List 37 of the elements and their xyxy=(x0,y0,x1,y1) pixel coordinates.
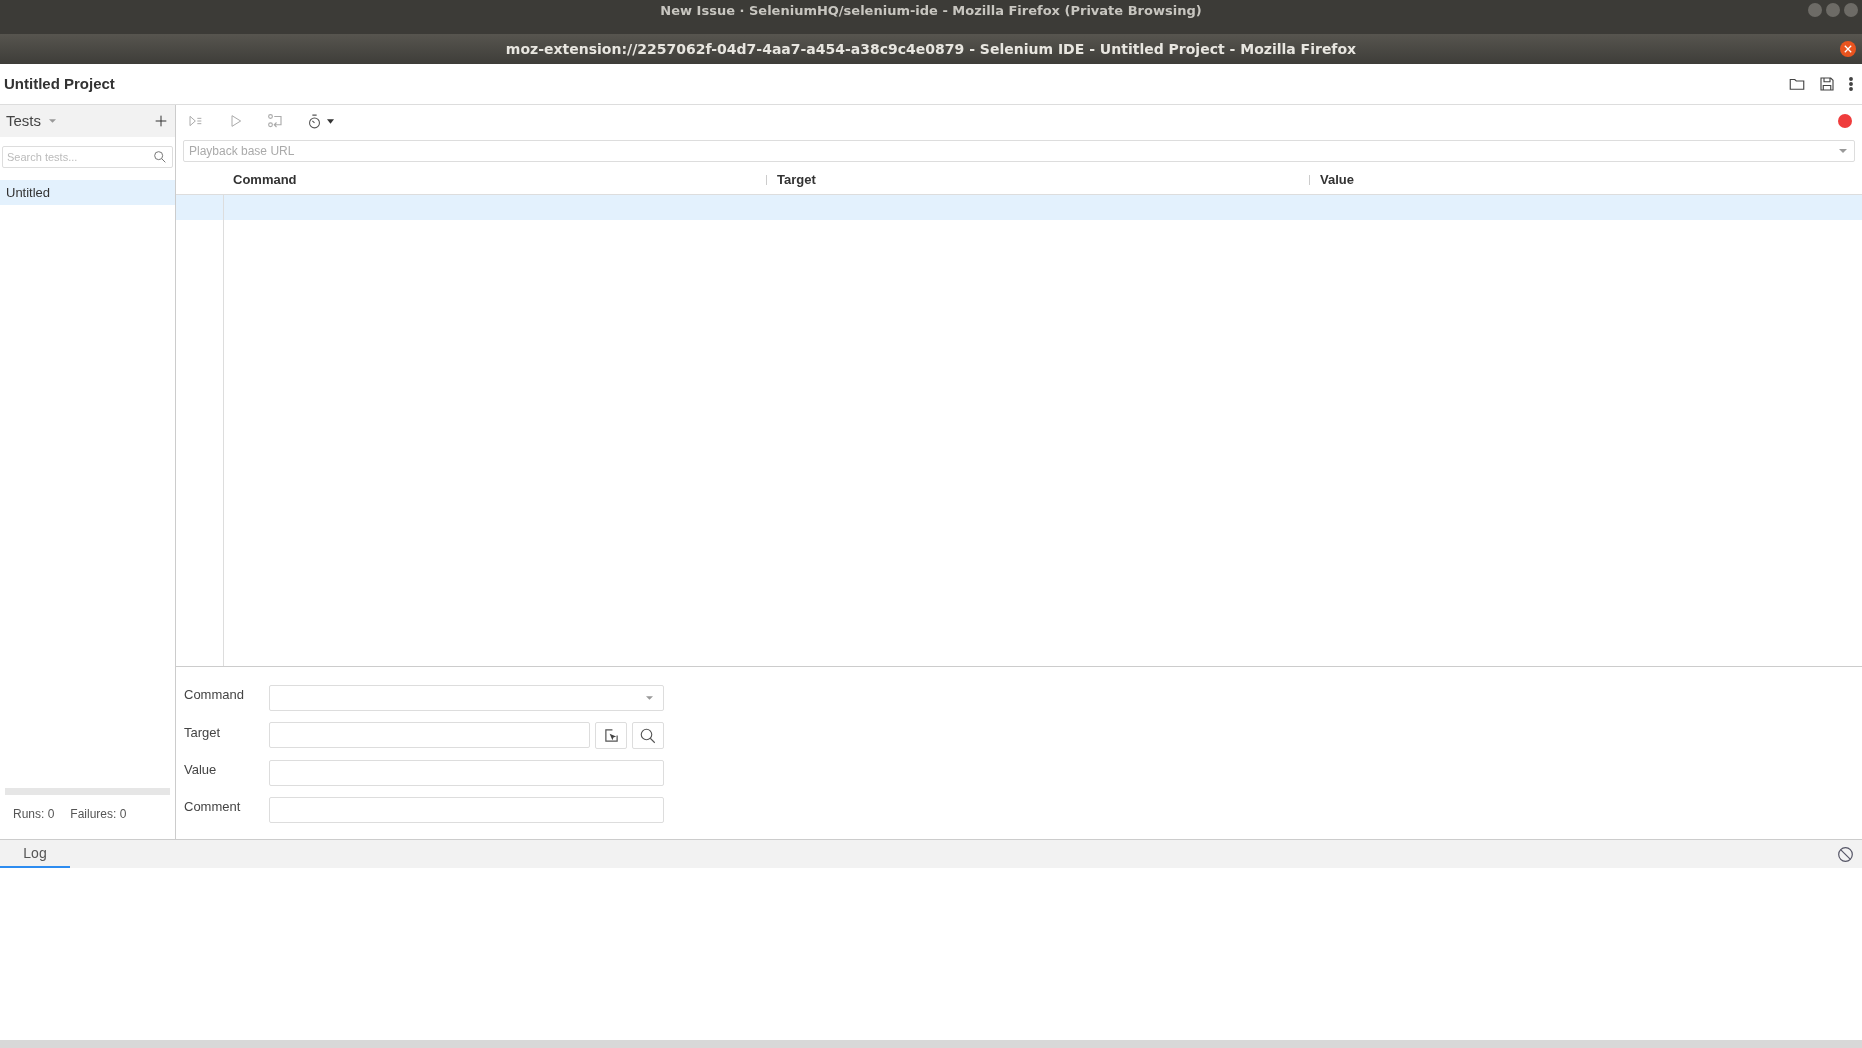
runs-count: Runs: 0 xyxy=(13,806,55,823)
window-title: New Issue · SeleniumHQ/selenium-ide - Mozilla Firefox (Private Browsing) xyxy=(660,2,1202,21)
test-item[interactable]: Untitled xyxy=(0,180,175,205)
text-field[interactable] xyxy=(269,797,664,823)
select-target-button[interactable] xyxy=(595,722,627,749)
search-icon[interactable] xyxy=(152,149,168,165)
step-icon[interactable] xyxy=(266,112,284,130)
timer-icon[interactable] xyxy=(306,112,323,130)
column-header: Value xyxy=(1320,170,1354,189)
window-control-icon[interactable] xyxy=(1808,3,1822,17)
field-label: Value xyxy=(184,761,218,780)
column-header: Command xyxy=(233,170,297,189)
find-target-button[interactable] xyxy=(632,722,664,749)
cursor-icon xyxy=(603,728,619,743)
window-control-icon[interactable] xyxy=(1844,3,1858,17)
clear-icon[interactable] xyxy=(1837,845,1854,863)
close-icon[interactable] xyxy=(1840,41,1856,57)
failures-count: Failures: 0 xyxy=(70,806,127,823)
field-label: Target xyxy=(184,723,222,742)
more-icon[interactable] xyxy=(1848,76,1854,92)
record-button[interactable] xyxy=(1838,114,1852,128)
search-field[interactable]: Search tests... xyxy=(2,146,173,168)
target-field[interactable] xyxy=(269,722,590,748)
field-label: Comment xyxy=(184,798,242,817)
play-icon[interactable] xyxy=(228,113,244,129)
plus-icon[interactable] xyxy=(153,113,169,129)
text-field[interactable] xyxy=(269,760,664,786)
project-name: Untitled Project xyxy=(4,73,115,94)
field-label: Command xyxy=(184,686,245,705)
search-field[interactable]: Search tests... xyxy=(7,147,152,167)
search-icon xyxy=(639,726,657,745)
column-header: Target xyxy=(777,170,816,189)
caret-icon[interactable] xyxy=(327,118,334,124)
tests-heading[interactable]: Tests xyxy=(6,109,41,133)
window-control-icon[interactable] xyxy=(1826,3,1840,17)
window-title: moz-extension://2257062f-04d7-4aa7-a454-a38c9c4e0879 - Selenium IDE - Untitled Project - Mozilla Firefox xyxy=(505,39,1357,59)
save-icon[interactable] xyxy=(1818,75,1836,93)
